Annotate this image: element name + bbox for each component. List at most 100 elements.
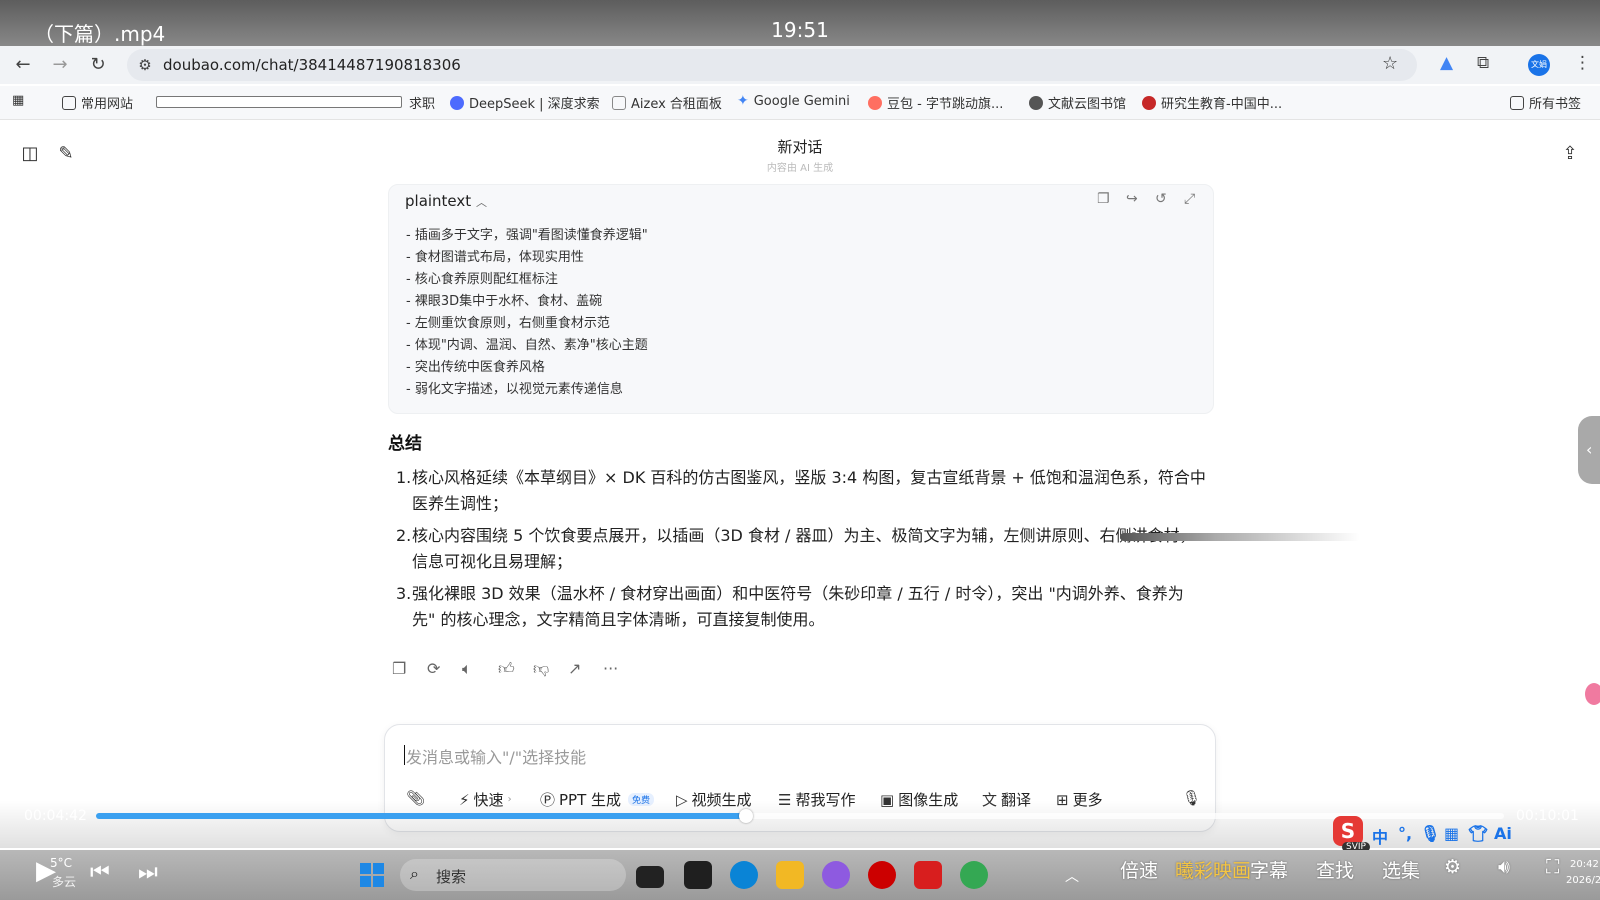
bookmark-star-icon[interactable]: ☆	[1382, 53, 1398, 74]
reload-icon[interactable]: ↻	[86, 53, 110, 77]
summary-item: 3.强化裸眼 3D 效果（温水杯 / 食材穿出画面）和中医符号（朱砂印章 / 五…	[396, 584, 1184, 629]
apps-grid-icon[interactable]: ▦	[12, 93, 24, 108]
deepseek-whale-icon	[450, 95, 464, 110]
ime-punctuation-icon[interactable]: °,	[1398, 824, 1412, 843]
copy-icon[interactable]: ❐	[1097, 191, 1110, 207]
more-icon[interactable]: ···	[603, 659, 618, 678]
bookmark-item-1[interactable]: 求职	[409, 93, 435, 112]
episodes-button[interactable]: 选集	[1382, 856, 1420, 883]
summary-item: 2.核心内容围绕 5 个饮食要点展开，以插画（3D 食材 / 器皿）为主、极简文…	[396, 526, 1196, 571]
thumbs-down-icon[interactable]: 👎︎	[533, 659, 549, 679]
ime-keyboard-icon[interactable]: ▦	[1444, 824, 1459, 843]
wps-office-icon[interactable]	[914, 861, 942, 889]
file-explorer-icon[interactable]	[776, 861, 804, 889]
code-line: - 食材图谱式布局，体现实用性	[406, 250, 584, 265]
message-input-placeholder[interactable]: 发消息或输入"/"选择技能	[406, 744, 586, 768]
video-progress-fill	[96, 813, 746, 819]
chat-subtitle: 内容由 AI 生成	[766, 163, 834, 174]
url-text[interactable]: doubao.com/chat/38414487190818306	[163, 56, 461, 74]
code-language-toggle[interactable]: plaintext ︿	[405, 192, 487, 210]
university-icon	[1142, 95, 1156, 110]
bookmark-item-2[interactable]: DeepSeek | 深度求索	[450, 93, 600, 112]
side-panel-tab[interactable]: ‹	[1578, 416, 1600, 484]
ime-voice-icon[interactable]: 🎙︎	[1420, 824, 1440, 843]
regenerate-icon[interactable]: ⟳	[427, 659, 440, 678]
floating-assistant-bubble[interactable]	[1585, 683, 1600, 705]
find-button[interactable]: 查找	[1316, 856, 1354, 883]
share-icon[interactable]: ⇪	[1559, 143, 1581, 165]
code-line: - 插画多于文字，强调"看图读懂食养逻辑"	[406, 228, 648, 243]
video-progress-knob[interactable]	[739, 809, 753, 823]
bookmark-item-0[interactable]: 常用网站	[62, 93, 133, 112]
back-arrow-icon[interactable]: ←	[11, 53, 35, 77]
taskbar-search-label: 搜索	[436, 868, 467, 886]
sticky-notes-icon[interactable]	[684, 861, 712, 889]
summary-heading: 总结	[388, 434, 422, 454]
video-clock: 19:51	[771, 18, 829, 42]
drive-extension-icon[interactable]: ▲	[1440, 53, 1453, 73]
code-line: - 左侧重饮食原则，右侧重食材示范	[406, 316, 610, 331]
all-bookmarks[interactable]: 所有书签	[1510, 93, 1581, 112]
code-line: - 核心食养原则配红框标注	[406, 272, 558, 287]
play-icon[interactable]: ▶	[36, 856, 56, 886]
previous-icon[interactable]: ⏮	[90, 860, 110, 885]
speaker-icon[interactable]: 🔈︎	[462, 659, 472, 679]
doubao-icon	[868, 95, 882, 110]
chevron-up-icon: ︿	[475, 196, 487, 209]
brand-logo: 曦彩映画	[1175, 860, 1252, 882]
windows-start-icon[interactable]	[360, 863, 384, 887]
fullscreen-icon[interactable]: ⛶	[1546, 856, 1559, 878]
library-icon	[1029, 95, 1043, 110]
folder-icon	[1510, 95, 1524, 110]
extensions-puzzle-icon[interactable]: ⧉	[1477, 53, 1489, 73]
code-line: - 裸眼3D集中于水杯、食材、盖碗	[406, 294, 603, 309]
bookmark-item-3[interactable]: Aizex 合租面板	[612, 93, 722, 112]
thumbs-up-icon[interactable]: 👍︎	[498, 659, 515, 679]
bookmark-item-5[interactable]: 豆包 - 字节跳动旗...	[868, 93, 1003, 112]
task-view-icon[interactable]	[636, 866, 664, 888]
video-current-time: 00:04:42	[24, 808, 87, 824]
subtitle-button[interactable]: 字幕	[1250, 856, 1288, 883]
chrome-browser-icon[interactable]	[960, 861, 988, 889]
ime-language[interactable]: 中	[1372, 824, 1388, 848]
bookmark-item-4[interactable]: ✦ Google Gemini	[737, 93, 850, 109]
speed-button[interactable]: 倍速	[1120, 856, 1158, 883]
tray-time: 20:42	[1570, 859, 1599, 870]
next-icon[interactable]: ⏭	[138, 860, 158, 885]
bookmark-item-6[interactable]: 文献云图书馆	[1029, 93, 1126, 112]
motion-blur-streak	[1120, 533, 1360, 541]
tray-chevron-up-icon[interactable]: ︿	[1065, 866, 1079, 886]
chat-title: 新对话	[777, 138, 823, 156]
taskbar-search[interactable]	[400, 859, 626, 891]
copy-icon[interactable]: ❐	[392, 659, 406, 678]
folder-icon	[62, 95, 76, 110]
record-app-icon[interactable]	[868, 861, 896, 889]
code-line: - 体现"内调、温润、自然、素净"核心主题	[406, 338, 648, 353]
chevron-left-icon: ‹	[1586, 440, 1593, 459]
forward-icon[interactable]: ↪	[1126, 191, 1138, 207]
profile-avatar[interactable]: 文娟	[1528, 54, 1550, 76]
ime-ai[interactable]: Ai	[1494, 824, 1512, 843]
bookmark-blank-bar[interactable]	[156, 96, 402, 108]
expand-icon[interactable]: ⤢	[1184, 191, 1195, 207]
browser-menu-icon[interactable]: ⋮	[1574, 53, 1591, 73]
search-icon: ⌕	[410, 864, 419, 883]
summary-item: 1.核心风格延续《本草纲目》× DK 百科的仿古图鉴风，竖版 3:4 构图，复古…	[396, 468, 1206, 513]
text-caret	[404, 745, 405, 765]
aizex-icon	[612, 95, 626, 110]
settings-icon[interactable]: ⚙	[1444, 856, 1461, 878]
gemini-sparkle-icon: ✦	[737, 93, 749, 109]
share-icon[interactable]: ↗	[568, 659, 581, 678]
code-line: - 突出传统中医食养风格	[406, 360, 545, 375]
bookmark-item-7[interactable]: 研究生教育-中国中...	[1142, 93, 1282, 112]
code-line: - 弱化文字描述，以视觉元素传递信息	[406, 382, 623, 397]
video-total-time: 00:10:01	[1516, 808, 1579, 824]
volume-icon[interactable]: 🔊︎	[1498, 856, 1510, 878]
edge-browser-icon[interactable]	[730, 861, 758, 889]
forward-arrow-icon[interactable]: →	[48, 53, 72, 77]
site-settings-icon[interactable]: ⚙	[135, 55, 155, 75]
ime-skin-icon[interactable]: 👕︎	[1468, 824, 1488, 843]
wrap-icon[interactable]: ↺	[1155, 191, 1167, 207]
cat-app-icon[interactable]	[822, 861, 850, 889]
tray-date: 2026/2/25	[1566, 875, 1600, 886]
